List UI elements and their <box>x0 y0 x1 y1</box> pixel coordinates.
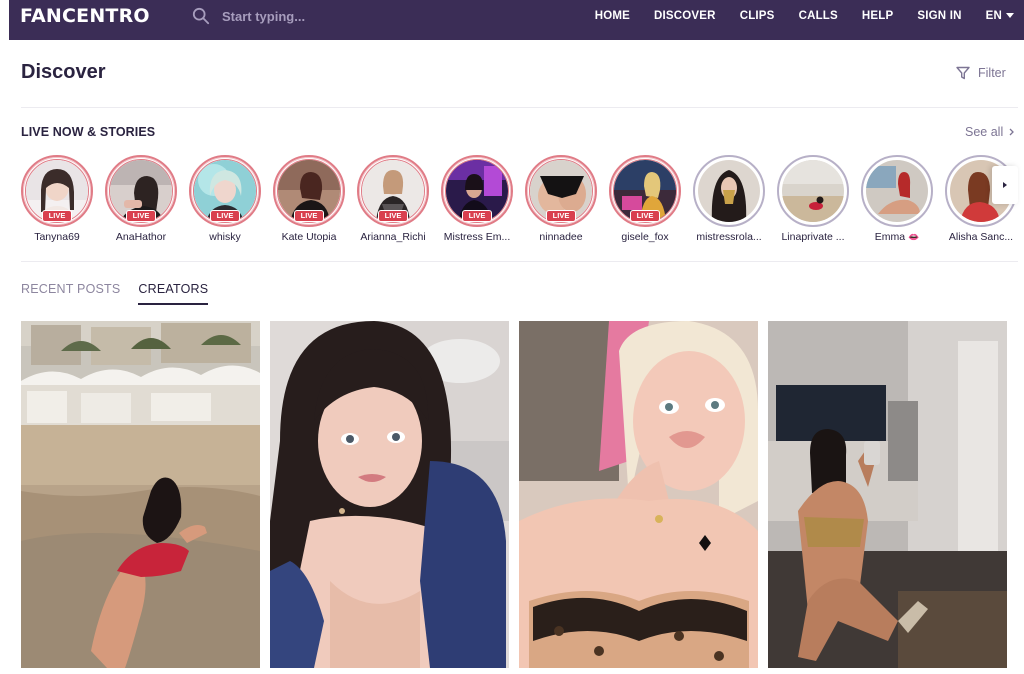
language-selector[interactable]: EN <box>974 10 1024 22</box>
creator-grid <box>21 321 1011 668</box>
story-name: Mistress Em... <box>443 231 511 243</box>
divider <box>21 107 1018 108</box>
nav-home[interactable]: HOME <box>583 10 642 22</box>
story-name: mistressrola... <box>696 231 762 243</box>
live-badge: LIVE <box>546 210 576 222</box>
live-badge: LIVE <box>462 210 492 222</box>
avatar <box>782 160 844 222</box>
live-badge: LIVE <box>210 210 240 222</box>
live-badge: LIVE <box>126 210 156 222</box>
filter-icon <box>956 66 970 80</box>
top-navigation-bar: FANCENTRO HOME DISCOVER CLIPS CALLS HELP… <box>9 0 1024 40</box>
creator-card[interactable] <box>270 321 509 668</box>
story-name: whisky <box>209 231 241 243</box>
live-badge: LIVE <box>294 210 324 222</box>
content-tabs: RECENT POSTS CREATORS <box>21 282 226 305</box>
live-badge: LIVE <box>630 210 660 222</box>
nav-sign-in[interactable]: SIGN IN <box>905 10 973 22</box>
story-name: Emma 👄 <box>853 231 941 243</box>
divider <box>21 261 1018 262</box>
chevron-right-icon <box>1009 128 1015 136</box>
story-name-text: Emma <box>874 231 906 243</box>
creator-photo-blonde <box>519 321 758 668</box>
story-name: Linaprivate ... <box>781 231 845 243</box>
creator-photo-beach <box>21 321 260 668</box>
see-all-link[interactable]: See all <box>965 125 1015 139</box>
search-icon <box>192 7 210 25</box>
story-name: ninnadee <box>539 231 583 243</box>
page-title: Discover <box>21 61 106 83</box>
story-name: Kate Utopia <box>281 231 337 243</box>
story-name: Alisha Sanc... <box>948 231 1014 243</box>
avatar <box>698 160 760 222</box>
search-input[interactable] <box>222 8 422 24</box>
creator-card[interactable] <box>768 321 1007 668</box>
chevron-right-icon <box>1003 182 1007 188</box>
chevron-down-icon <box>1006 13 1014 18</box>
creator-card[interactable] <box>519 321 758 668</box>
tab-recent-posts[interactable]: RECENT POSTS <box>21 282 120 305</box>
search-box[interactable] <box>192 6 452 26</box>
story-name: gisele_fox <box>621 231 669 243</box>
story-name: AnaHathor <box>115 231 167 243</box>
language-label: EN <box>985 10 1002 22</box>
creator-photo-dark-hair <box>270 321 509 668</box>
lips-icon: 👄 <box>908 232 920 242</box>
site-logo[interactable]: FANCENTRO <box>20 5 150 27</box>
stories-carousel: LIVE Tanyna69 LIVE AnaHathor LIVE whisky… <box>21 155 1021 250</box>
live-section-heading: LIVE NOW & STORIES <box>21 125 156 139</box>
avatar <box>866 160 928 222</box>
nav-discover[interactable]: DISCOVER <box>642 10 728 22</box>
story-name: Tanyna69 <box>34 231 80 243</box>
nav-help[interactable]: HELP <box>850 10 905 22</box>
nav-clips[interactable]: CLIPS <box>728 10 787 22</box>
creator-card[interactable] <box>21 321 260 668</box>
creator-photo-mirror-selfie <box>768 321 1007 668</box>
story-name: Arianna_Richi <box>360 231 426 243</box>
carousel-next-button[interactable] <box>992 166 1018 204</box>
live-badge: LIVE <box>378 210 408 222</box>
main-nav: HOME DISCOVER CLIPS CALLS HELP SIGN IN E… <box>583 0 1024 32</box>
live-badge: LIVE <box>42 210 72 222</box>
see-all-label: See all <box>965 125 1004 139</box>
nav-calls[interactable]: CALLS <box>787 10 850 22</box>
tab-creators[interactable]: CREATORS <box>138 282 209 305</box>
filter-button[interactable]: Filter <box>956 66 1006 80</box>
filter-label: Filter <box>978 66 1006 80</box>
